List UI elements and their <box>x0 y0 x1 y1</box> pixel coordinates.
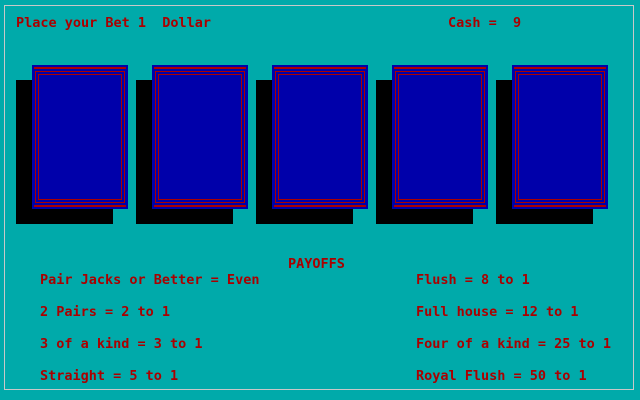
card-back <box>32 65 128 209</box>
card-back <box>152 65 248 209</box>
payoff-pair-jacks: Pair Jacks or Better = Even <box>40 272 260 288</box>
payoffs-title: PAYOFFS <box>288 256 345 272</box>
payoff-straight: Straight = 5 to 1 <box>40 368 179 384</box>
card-5[interactable] <box>496 65 608 225</box>
card-back <box>272 65 368 209</box>
card-1[interactable] <box>16 65 128 225</box>
card-3[interactable] <box>256 65 368 225</box>
payoff-flush: Flush = 8 to 1 <box>416 272 530 288</box>
card-back <box>392 65 488 209</box>
payoff-two-pairs: 2 Pairs = 2 to 1 <box>40 304 171 320</box>
card-back <box>512 65 608 209</box>
payoff-full-house: Full house = 12 to 1 <box>416 304 579 320</box>
card-2[interactable] <box>136 65 248 225</box>
card-4[interactable] <box>376 65 488 225</box>
cash-display: Cash = 9 <box>448 15 522 31</box>
payoff-royal-flush: Royal Flush = 50 to 1 <box>416 368 587 384</box>
payoff-three-of-a-kind: 3 of a kind = 3 to 1 <box>40 336 203 352</box>
payoff-four-of-a-kind: Four of a kind = 25 to 1 <box>416 336 612 352</box>
bet-prompt: Place your Bet 1 Dollar <box>16 15 212 31</box>
